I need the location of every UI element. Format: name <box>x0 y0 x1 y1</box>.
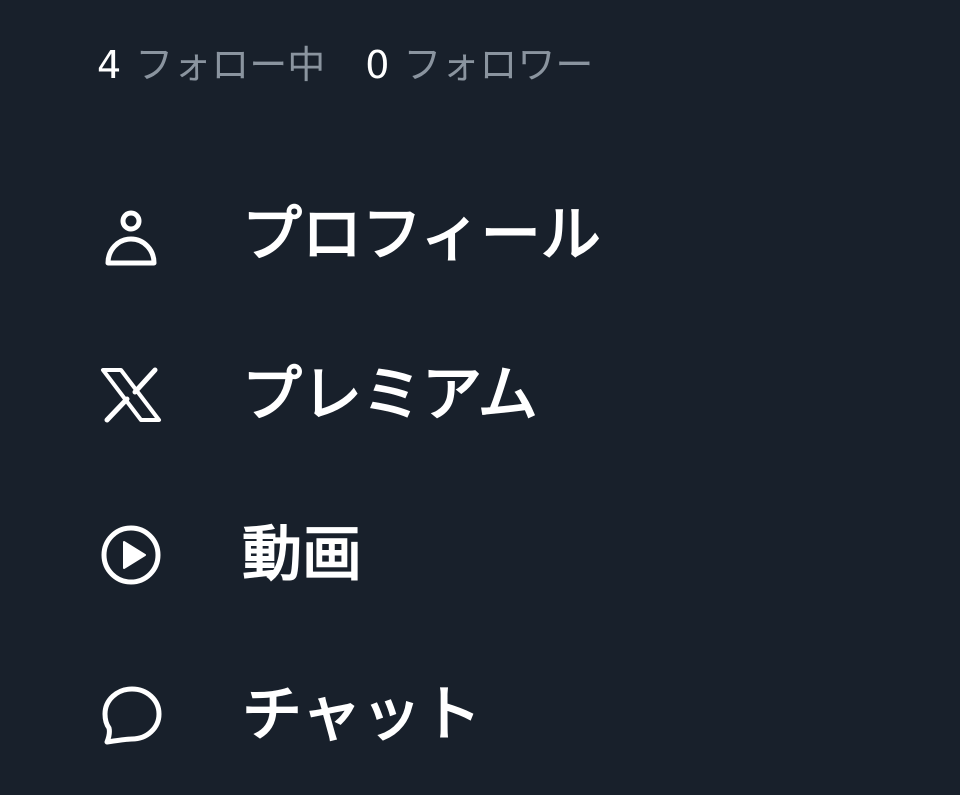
menu-item-video[interactable]: 動画 <box>0 475 960 635</box>
following-link[interactable]: 4 フォロー中 <box>97 40 325 90</box>
followers-label: フォロワー <box>403 43 594 87</box>
menu-label-profile: プロフィール <box>242 200 601 270</box>
followers-link[interactable]: 0 フォロワー <box>365 40 593 90</box>
x-logo-icon <box>98 362 164 428</box>
menu-item-premium[interactable]: プレミアム <box>0 315 960 475</box>
menu-label-premium: プレミアム <box>242 360 538 430</box>
menu-item-chat[interactable]: チャット <box>0 635 960 795</box>
side-menu: プロフィール プレミアム 動画 チャット <box>0 155 960 795</box>
menu-item-profile[interactable]: プロフィール <box>0 155 960 315</box>
following-label: フォロー中 <box>135 43 326 87</box>
chat-bubble-icon <box>98 682 164 748</box>
menu-label-chat: チャット <box>242 680 482 750</box>
following-count: 4 <box>97 43 122 87</box>
followers-count: 0 <box>365 43 390 87</box>
play-circle-icon <box>98 522 164 588</box>
menu-label-video: 動画 <box>242 520 362 590</box>
follow-stats: 4 フォロー中 0 フォロワー <box>97 40 633 90</box>
person-icon <box>98 202 164 268</box>
